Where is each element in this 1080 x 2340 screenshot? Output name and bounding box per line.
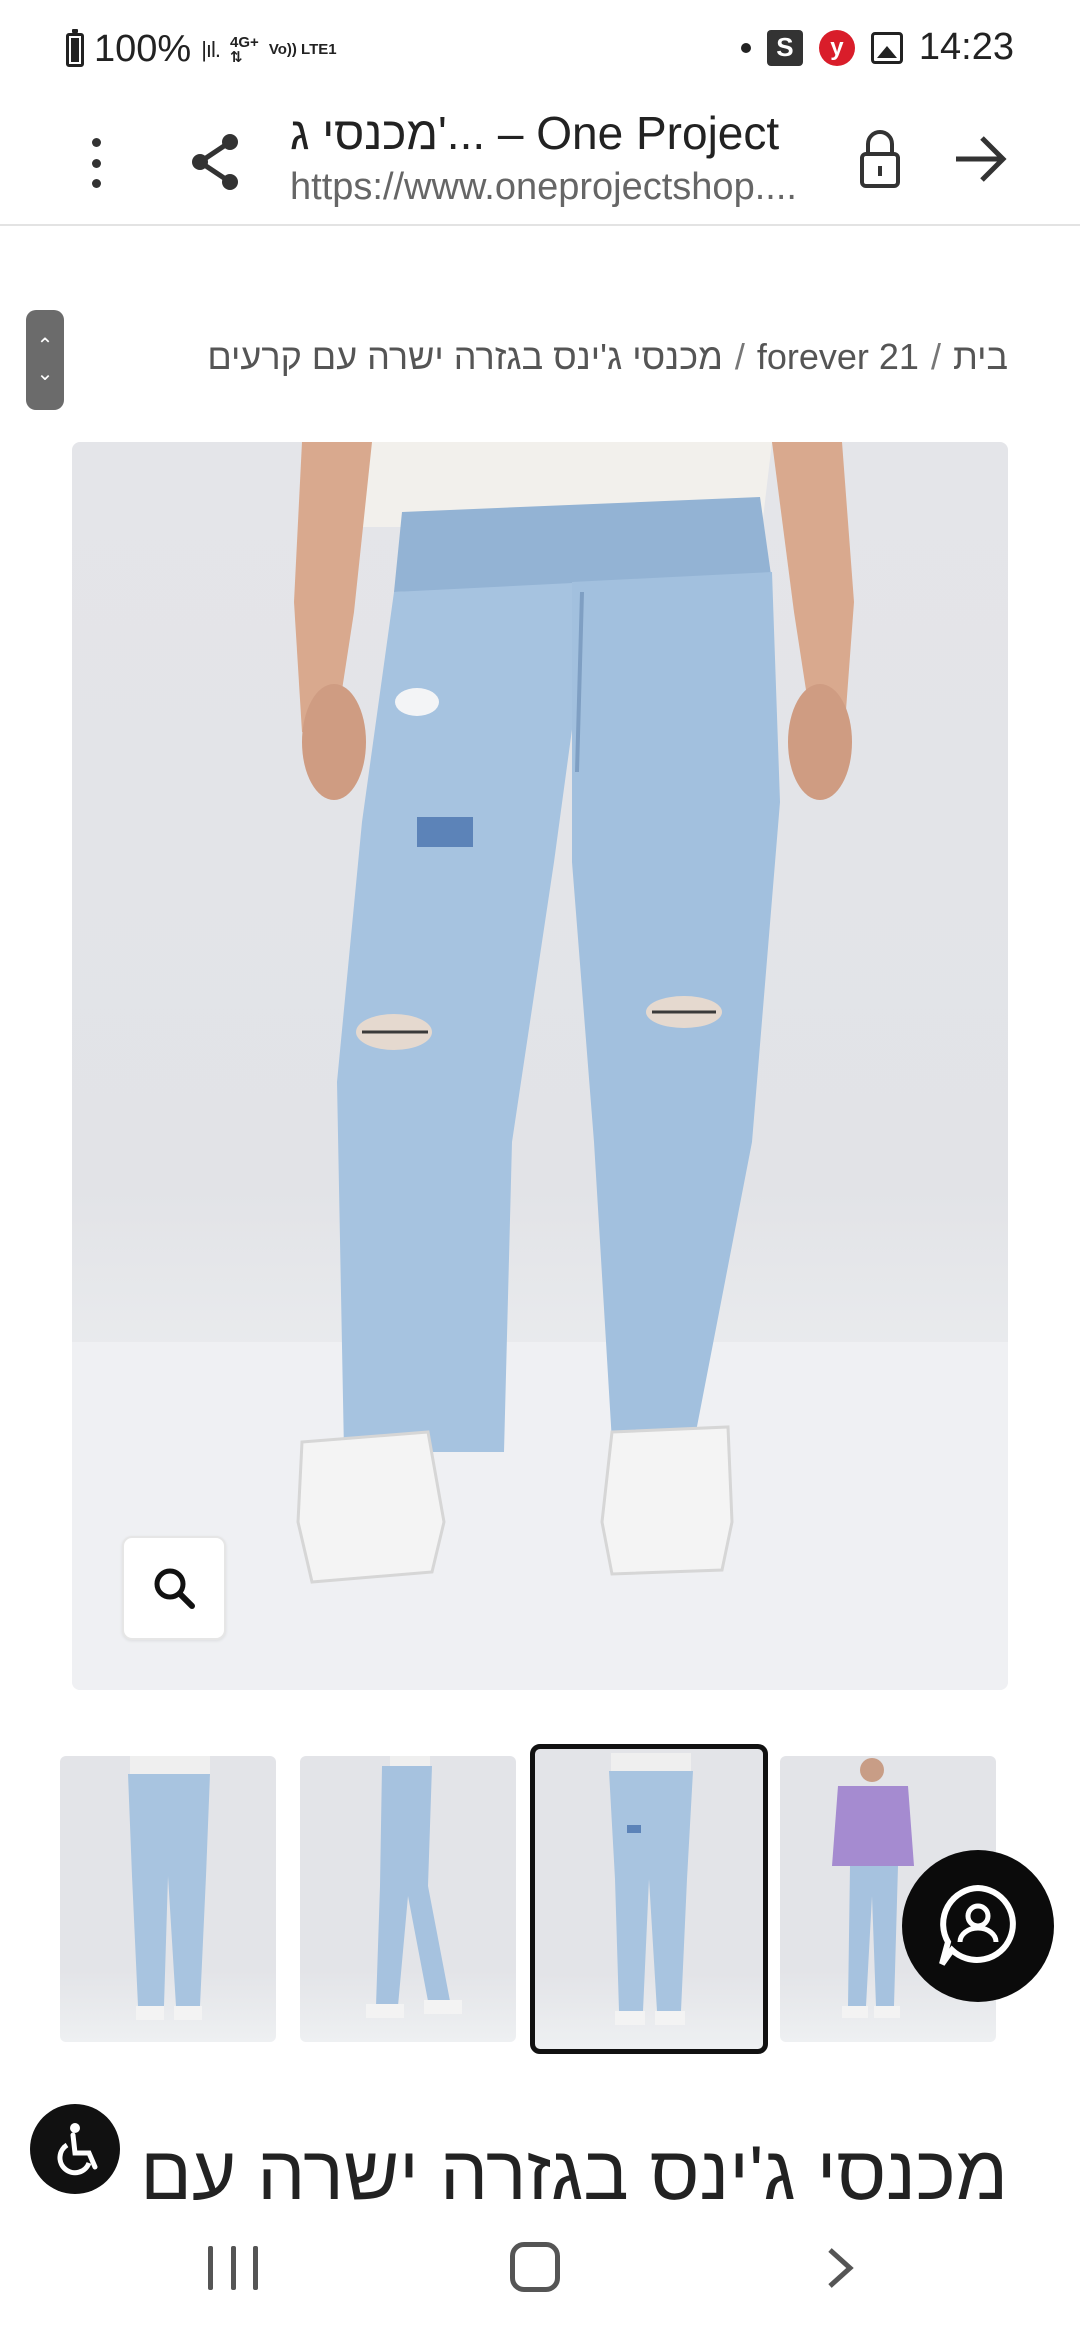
share-icon[interactable] xyxy=(186,126,246,196)
battery-percent: 100% xyxy=(94,28,192,70)
page-url[interactable]: https://www.oneprojectshop.... xyxy=(290,166,830,209)
status-bar: 100% |ıl. 4G+ ⇅ Vo)) LTE1 S y 14:23 xyxy=(0,0,1080,100)
page-scroll-handle[interactable]: ⌃ ⌄ xyxy=(26,310,64,410)
back-icon[interactable] xyxy=(820,2246,860,2290)
chevron-up-icon: ⌃ xyxy=(36,335,54,357)
accessibility-button[interactable] xyxy=(30,2104,120,2194)
gallery-notification-icon xyxy=(870,31,903,64)
recent-apps-icon[interactable] xyxy=(208,2246,258,2290)
volte-indicator: Vo)) LTE1 xyxy=(268,41,337,58)
browser-toolbar: מכנסי ג'... – One Project https://www.on… xyxy=(0,100,1080,226)
zoom-button[interactable] xyxy=(122,1536,226,1640)
breadcrumb-category[interactable]: forever 21 xyxy=(757,336,919,377)
status-left: 100% |ıl. 4G+ ⇅ Vo)) LTE1 xyxy=(66,28,337,71)
clock: 14:23 xyxy=(918,26,1014,68)
chat-support-button[interactable] xyxy=(902,1850,1054,2002)
status-right: S y 14:23 xyxy=(740,26,1014,69)
jeans-photo xyxy=(72,442,1008,1690)
s-app-icon: S xyxy=(766,29,803,66)
chat-agent-icon xyxy=(939,1884,1016,1966)
notification-dot-icon xyxy=(740,42,751,53)
forward-arrow-icon[interactable] xyxy=(950,124,1010,194)
signal-icon: |ıl. xyxy=(201,36,221,62)
thumbnail-front-view[interactable] xyxy=(530,1744,768,2054)
y-app-icon: y xyxy=(818,29,855,66)
accessibility-icon xyxy=(57,2123,98,2176)
battery-icon xyxy=(66,28,84,67)
system-navbar xyxy=(0,2200,1080,2340)
thumbnail-side-view[interactable] xyxy=(300,1756,516,2042)
page-title[interactable]: מכנסי ג'... – One Project xyxy=(290,106,830,160)
network-indicator: 4G+ ⇅ xyxy=(230,33,259,66)
home-icon[interactable] xyxy=(510,2242,560,2292)
search-icon xyxy=(154,1568,195,1609)
lock-icon[interactable] xyxy=(858,124,902,194)
more-vert-icon[interactable] xyxy=(80,128,112,198)
product-main-image[interactable] xyxy=(72,442,1008,1690)
breadcrumb: בית/forever 21/מכנסי ג'ינס בגזרה ישרה עם… xyxy=(207,336,1008,377)
chevron-down-icon: ⌄ xyxy=(36,363,54,385)
breadcrumb-current: מכנסי ג'ינס בגזרה ישרה עם קרעים xyxy=(207,336,723,377)
breadcrumb-home[interactable]: בית xyxy=(953,336,1008,377)
thumbnail-back-view[interactable] xyxy=(60,1756,276,2042)
